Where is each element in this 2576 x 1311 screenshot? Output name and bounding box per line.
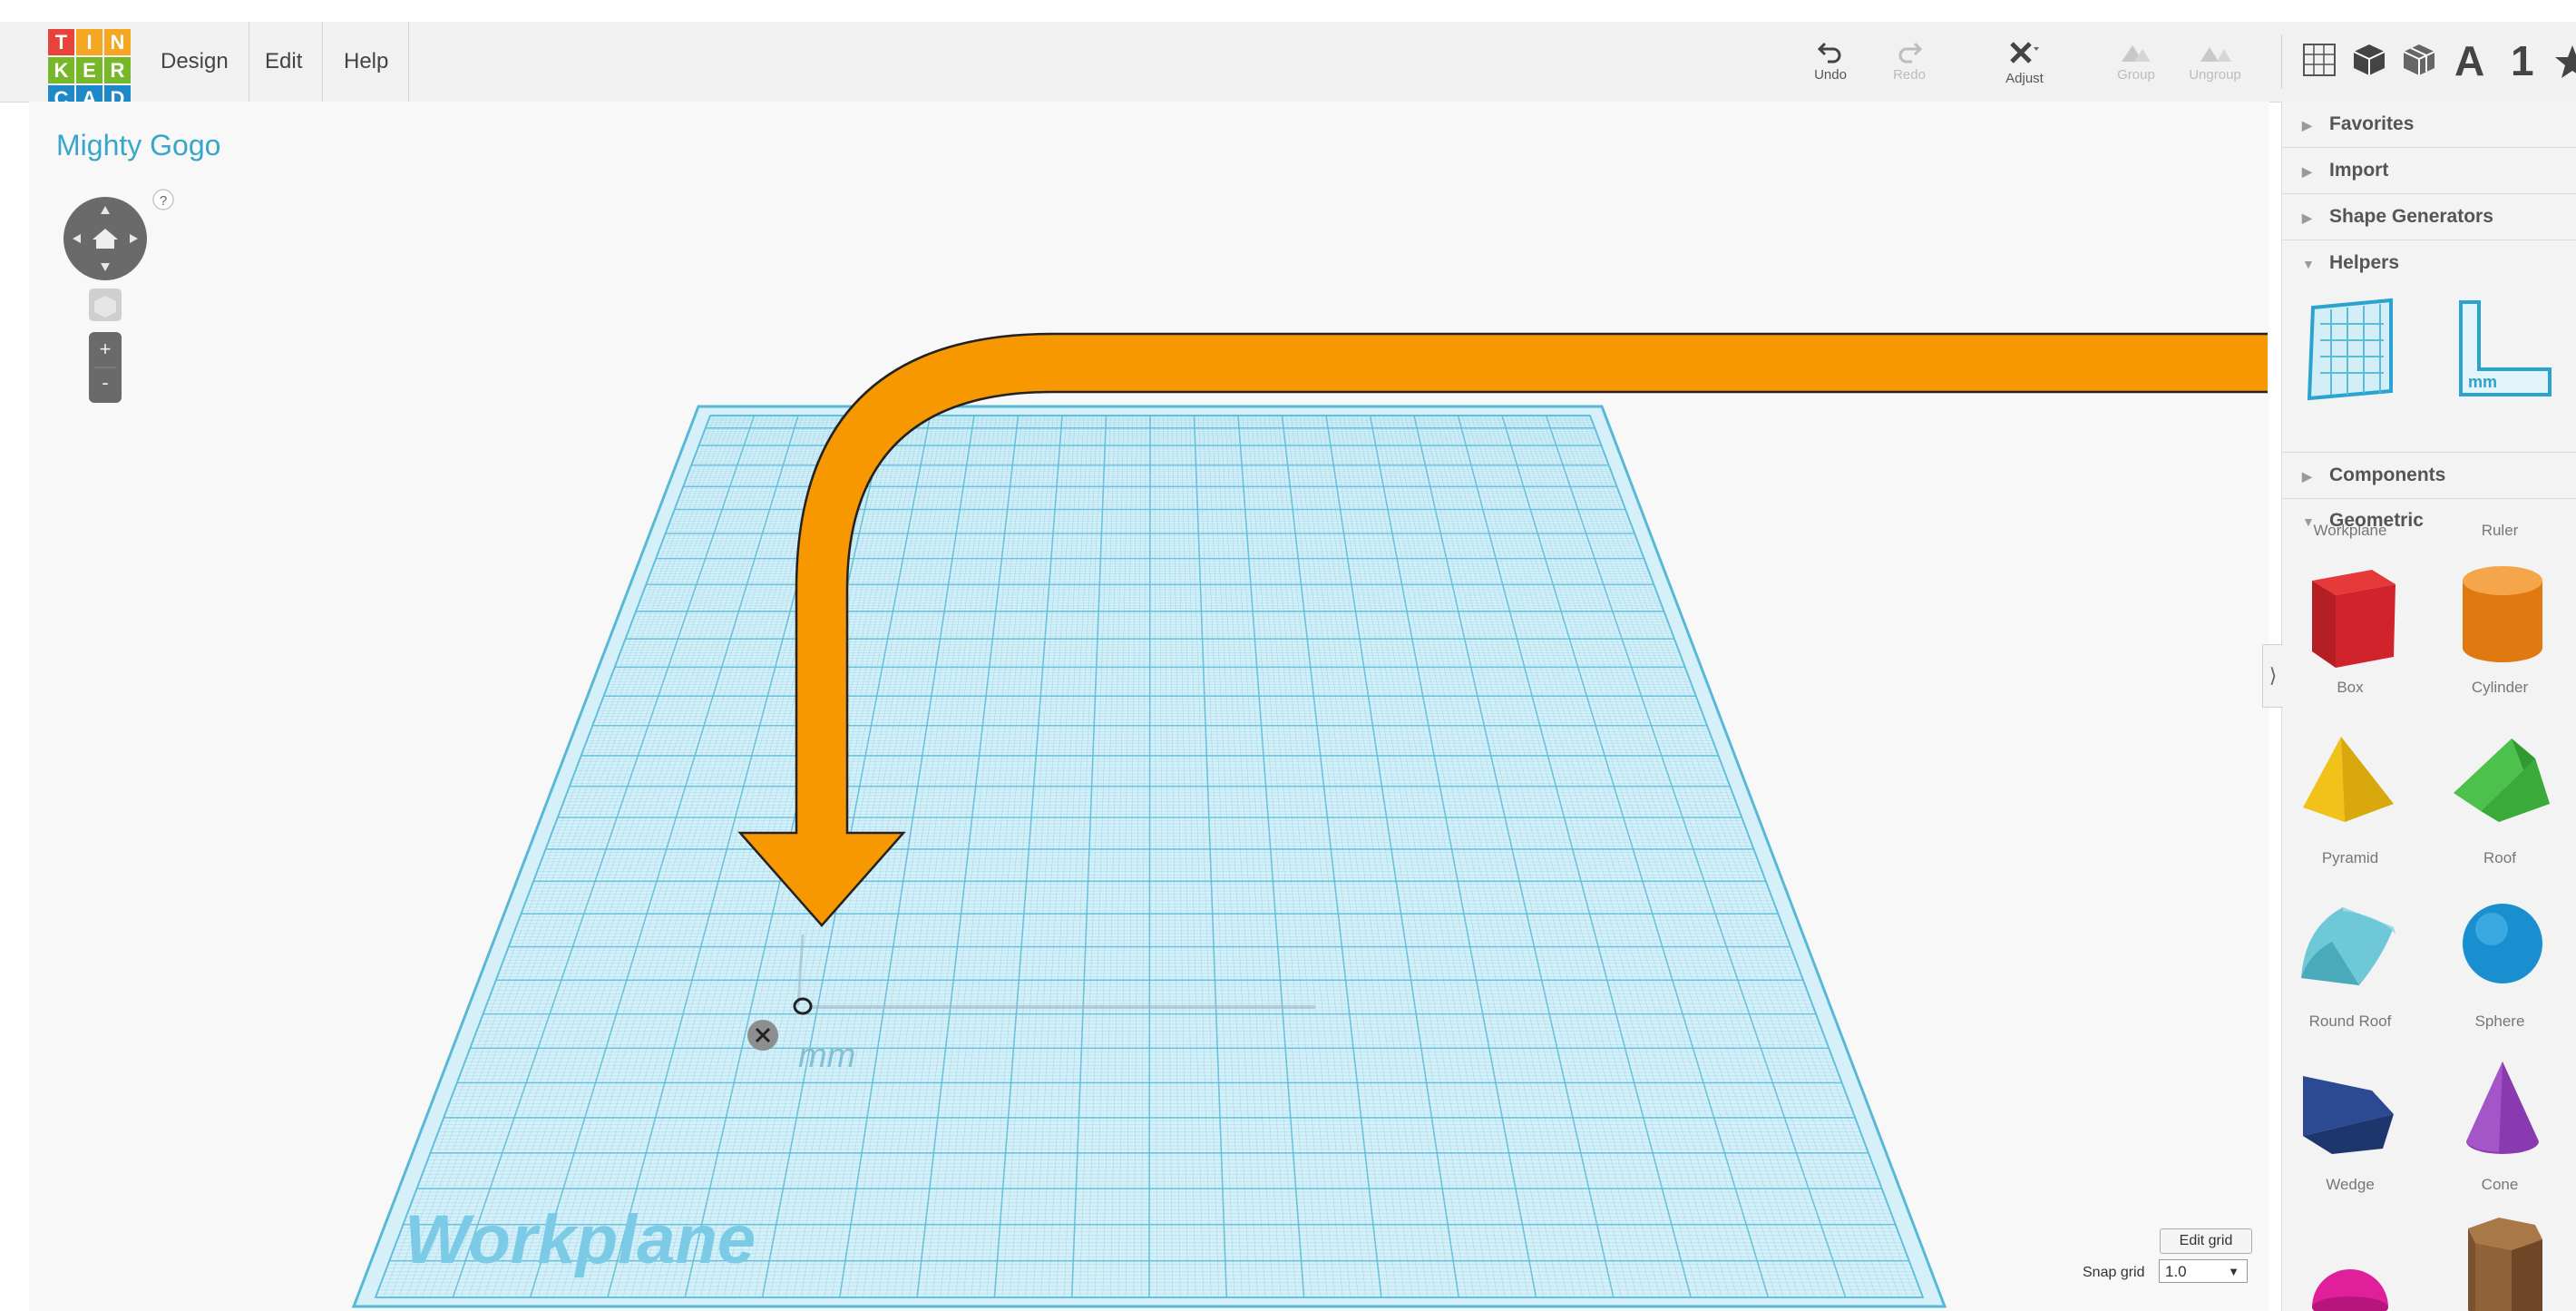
- section-geometric[interactable]: ▼ Geometric: [2282, 498, 2576, 543]
- edit-grid-button[interactable]: Edit grid: [2160, 1228, 2252, 1254]
- text-shape-icon[interactable]: A: [2454, 36, 2484, 85]
- roof-shape-icon: [2454, 739, 2550, 822]
- shape-wedge[interactable]: Wedge: [2282, 1054, 2418, 1199]
- section-shape-generators[interactable]: ▶ Shape Generators: [2282, 194, 2576, 240]
- zoom-in-button: +: [100, 338, 112, 360]
- cone-shape-icon: [2466, 1062, 2539, 1154]
- section-favorites[interactable]: ▶ Favorites: [2282, 102, 2576, 148]
- svg-text:mm: mm: [2468, 373, 2497, 391]
- workplane-unit-label: mm: [798, 1037, 855, 1075]
- panel-collapse-toggle[interactable]: ⟩: [2262, 644, 2283, 708]
- shape-half-sphere[interactable]: [2282, 1231, 2418, 1311]
- workplane-watermark: Workplane: [405, 1201, 756, 1278]
- wedge-shape-icon: [2303, 1076, 2394, 1154]
- section-helpers[interactable]: ▼ Helpers: [2282, 240, 2576, 286]
- round-roof-shape-icon: [2301, 907, 2395, 985]
- toolbar-divider: [2281, 34, 2282, 89]
- section-components[interactable]: ▶ Components: [2282, 452, 2576, 499]
- snap-grid-select[interactable]: 1.0 ▼: [2159, 1259, 2248, 1283]
- workplane-helper-icon: [2307, 298, 2393, 401]
- shape-roof[interactable]: Roof: [2432, 728, 2568, 873]
- shape-cylinder[interactable]: Cylinder: [2432, 557, 2568, 702]
- star-icon[interactable]: [2554, 44, 2576, 80]
- shape-pyramid[interactable]: Pyramid: [2282, 728, 2418, 873]
- ruler-helper-icon: mm: [2459, 300, 2552, 396]
- sphere-shape-icon: [2463, 904, 2542, 983]
- box-shape-icon: [2312, 570, 2395, 668]
- helper-workplane[interactable]: Workplane: [2282, 297, 2418, 539]
- shape-sphere[interactable]: Sphere: [2432, 891, 2568, 1036]
- shape-round-roof[interactable]: Round Roof: [2282, 891, 2418, 1036]
- snap-grid-label: Snap grid: [2083, 1265, 2145, 1280]
- section-import[interactable]: ▶ Import: [2282, 148, 2576, 194]
- wireframe-box-view-icon[interactable]: [2401, 42, 2437, 78]
- helper-ruler[interactable]: mm Ruler: [2432, 297, 2568, 539]
- grid-view-icon[interactable]: [2301, 42, 2337, 78]
- snap-grid-value: 1.0: [2165, 1263, 2187, 1280]
- zoom-out-button: -: [102, 371, 108, 394]
- pyramid-shape-icon: [2303, 737, 2394, 822]
- polygon-shape-icon: [2468, 1218, 2542, 1311]
- half-sphere-shape-icon: [2312, 1269, 2388, 1311]
- shape-cone[interactable]: Cone: [2432, 1054, 2568, 1199]
- number-shape-icon[interactable]: 1: [2511, 36, 2534, 85]
- view-navigation-cube[interactable]: [63, 197, 147, 280]
- grid-line: [1148, 415, 1151, 1298]
- cylinder-shape-icon: [2463, 566, 2542, 662]
- dropdown-caret-icon: ▼: [2228, 1265, 2239, 1278]
- workplane-scene: mm Workplane ? + -: [63, 189, 2268, 1308]
- chevron-right-icon: ⟩: [2269, 664, 2278, 687]
- shape-box[interactable]: Box: [2282, 557, 2418, 702]
- shape-library-panel: ▶ Favorites ▶ Import ▶ Shape Generators ▼ He…: [2281, 102, 2576, 1311]
- svg-text:?: ?: [160, 193, 167, 209]
- solid-box-view-icon[interactable]: [2351, 42, 2387, 78]
- shape-polygon[interactable]: [2432, 1216, 2568, 1311]
